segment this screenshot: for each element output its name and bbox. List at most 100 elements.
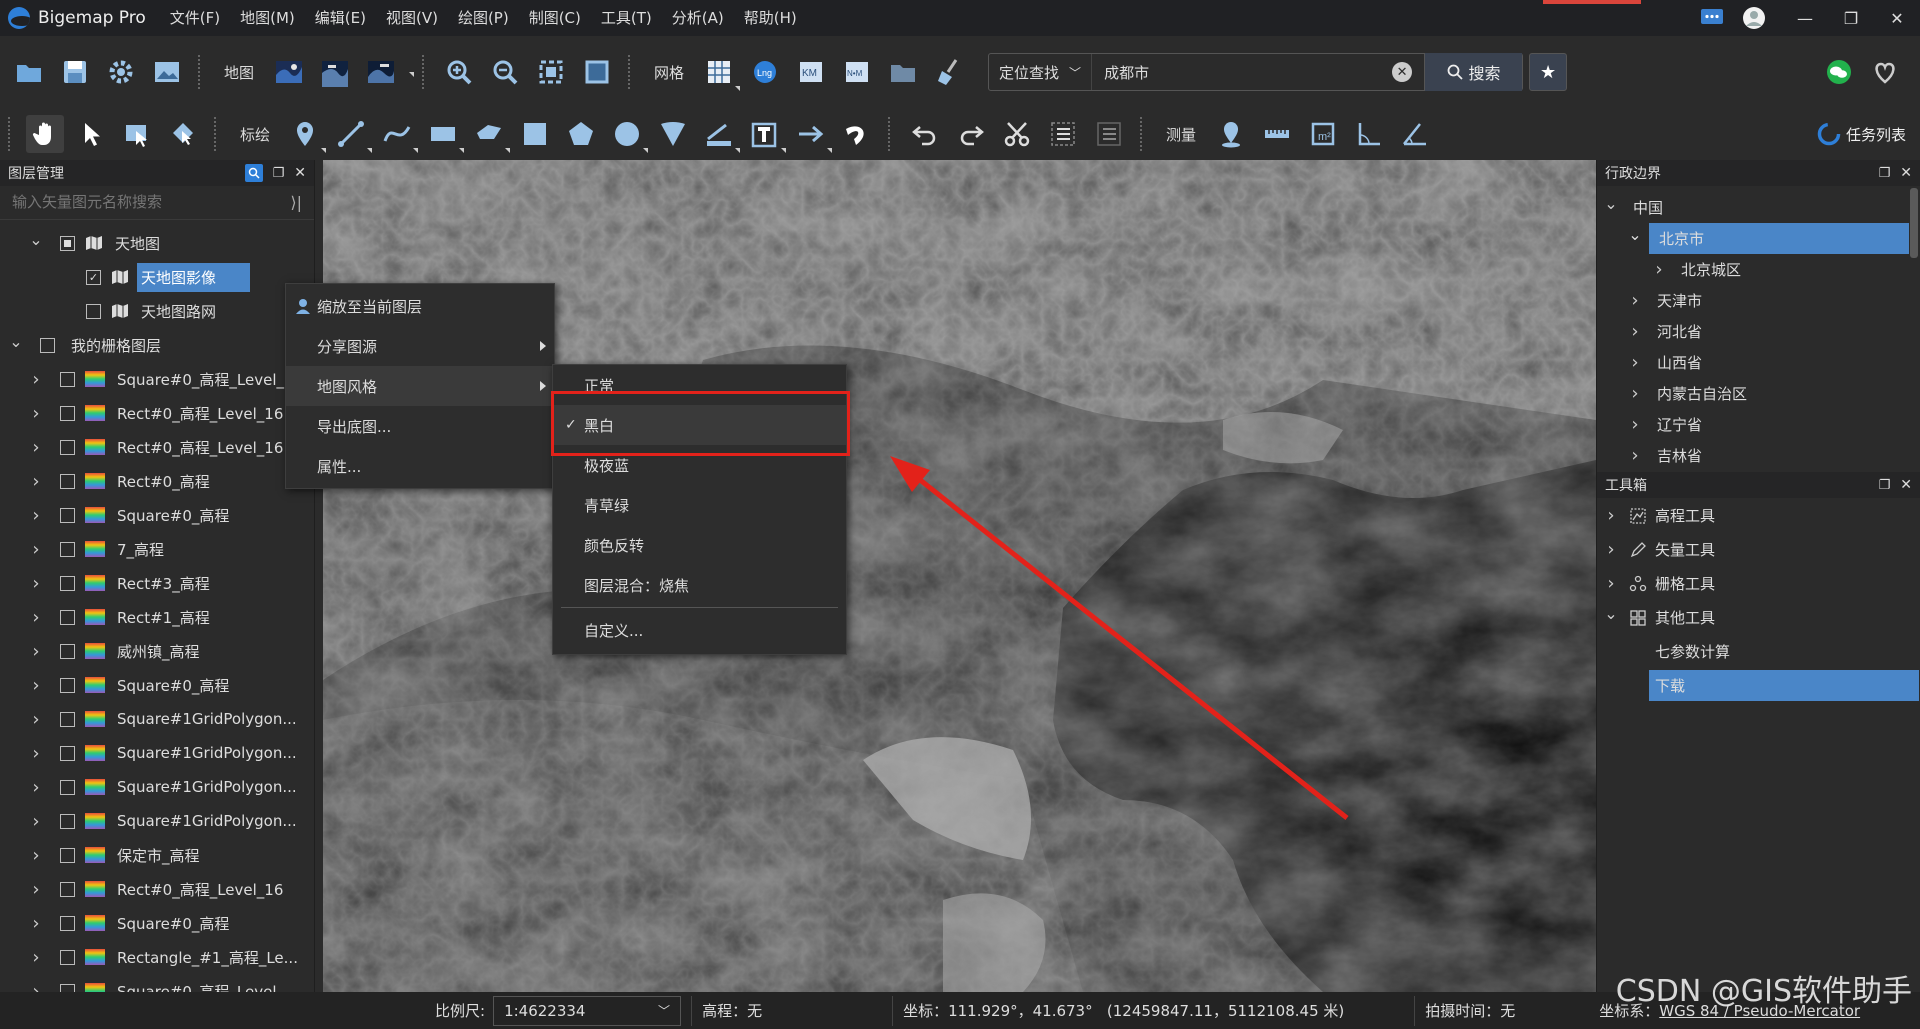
chevron-icon[interactable]: ⌄: [1604, 604, 1617, 623]
image-button[interactable]: [148, 53, 186, 91]
toolbox-row[interactable]: › 高程工具: [1597, 500, 1715, 531]
chevron-icon[interactable]: ›: [30, 777, 42, 798]
line-tool-button[interactable]: [332, 115, 373, 153]
layer-row[interactable]: ⌄ 天地图: [0, 228, 164, 258]
chevron-down-icon[interactable]: [735, 148, 741, 153]
chevron-icon[interactable]: ›: [30, 471, 42, 492]
measure-line-tool-button[interactable]: [700, 115, 741, 153]
edit-node-button[interactable]: [164, 115, 202, 153]
zoom-out-button[interactable]: [486, 53, 524, 91]
admin-row[interactable]: › 天津市: [1597, 285, 1706, 316]
layer-row[interactable]: ⌄ 我的栅格图层: [0, 330, 165, 360]
checkbox[interactable]: [60, 745, 75, 761]
chevron-icon[interactable]: ›: [1605, 505, 1617, 526]
curved-arrow-tool-button[interactable]: [838, 115, 876, 153]
pan-tool-button[interactable]: [26, 115, 64, 153]
wechat-button[interactable]: [1820, 53, 1858, 91]
grid-button[interactable]: [700, 53, 741, 91]
float-panel-icon[interactable]: ❐: [273, 166, 285, 181]
measure-bearing-button[interactable]: [1396, 115, 1434, 153]
chevron-down-icon[interactable]: [367, 148, 373, 153]
layer-row[interactable]: › 7_高程: [0, 534, 168, 564]
checkbox[interactable]: [60, 405, 75, 421]
chevron-icon[interactable]: ›: [30, 403, 42, 424]
checkbox[interactable]: [60, 881, 75, 897]
chevron-icon[interactable]: ›: [1629, 383, 1641, 404]
chevron-down-icon[interactable]: [827, 148, 833, 153]
layer-row[interactable]: › Rect#1_高程: [0, 602, 214, 632]
chevron-icon[interactable]: ›: [30, 437, 42, 458]
style-menu-item[interactable]: 颜色反转: [553, 525, 846, 565]
lnglat-grid-button[interactable]: Lng: [746, 53, 784, 91]
admin-row[interactable]: › 吉林省: [1597, 440, 1706, 471]
measure-distance-button[interactable]: [1258, 115, 1296, 153]
square-tool-button[interactable]: [516, 115, 554, 153]
clear-grid-button[interactable]: [930, 53, 968, 91]
layer-row[interactable]: › Square#1GridPolygon...: [0, 738, 301, 768]
clear-search-icon[interactable]: ✕: [1392, 62, 1413, 82]
chevron-icon[interactable]: ›: [30, 743, 42, 764]
style-menu-item[interactable]: 青草绿: [553, 485, 846, 525]
search-input[interactable]: [1092, 63, 1393, 81]
cut-button[interactable]: [998, 115, 1036, 153]
chevron-icon[interactable]: ›: [1653, 259, 1665, 280]
message-icon[interactable]: [1698, 4, 1726, 32]
menu-item[interactable]: 视图(V): [376, 0, 448, 36]
search-type-select[interactable]: 定位查找 ﹀: [989, 54, 1093, 90]
checkbox[interactable]: [40, 337, 55, 353]
toolbox-row[interactable]: › 栅格工具: [1597, 568, 1715, 599]
layer-row[interactable]: › Square#0_高程: [0, 500, 233, 530]
float-panel-icon[interactable]: ❐: [1879, 478, 1891, 493]
restore-icon[interactable]: ❐: [1828, 0, 1874, 36]
chevron-icon[interactable]: ›: [30, 879, 42, 900]
chevron-icon[interactable]: ›: [30, 539, 42, 560]
curve-tool-button[interactable]: [378, 115, 419, 153]
menu-item[interactable]: 地图(M): [230, 0, 305, 36]
checkbox[interactable]: [60, 541, 75, 557]
layer-row[interactable]: › Rect#0_高程_Level_16: [0, 874, 287, 904]
chevron-down-icon[interactable]: [781, 148, 787, 153]
menu-item[interactable]: 分析(A): [662, 0, 734, 36]
chevron-icon[interactable]: ›: [30, 573, 42, 594]
layer-filter-input[interactable]: [12, 194, 291, 211]
layer-row[interactable]: ✓ 天地图影像: [0, 262, 251, 292]
select-tool-button[interactable]: [72, 115, 110, 153]
user-avatar-icon[interactable]: [1740, 4, 1768, 32]
admin-row[interactable]: › 辽宁省: [1597, 409, 1706, 440]
toolbox-row[interactable]: 下载: [1649, 670, 1919, 701]
close-panel-icon[interactable]: ✕: [1900, 165, 1912, 181]
zoom-in-button[interactable]: [440, 53, 478, 91]
chevron-down-icon[interactable]: [409, 72, 415, 77]
menu-item[interactable]: 文件(F): [160, 0, 230, 36]
admin-row[interactable]: › 山西省: [1597, 347, 1706, 378]
open-folder-button[interactable]: [10, 53, 48, 91]
context-menu-item[interactable]: 缩放至当前图层: [286, 286, 554, 326]
rectangle-tool-button[interactable]: [424, 115, 465, 153]
layer-row[interactable]: › Rect#3_高程: [0, 568, 214, 598]
style-menu-item[interactable]: 图层混合：烧焦: [553, 565, 846, 605]
close-panel-icon[interactable]: ✕: [294, 165, 306, 181]
chevron-icon[interactable]: ›: [1629, 414, 1641, 435]
km-grid-button[interactable]: KM: [792, 53, 830, 91]
layer-row[interactable]: › Rect#0_高程_Level_16: [0, 432, 287, 462]
checkbox[interactable]: [60, 949, 75, 965]
layer-row[interactable]: › Square#0_高程_Level_: [0, 364, 288, 394]
toolbox-row[interactable]: › 矢量工具: [1597, 534, 1715, 565]
measure-angle-button[interactable]: [1350, 115, 1388, 153]
pentagon-tool-button[interactable]: [562, 115, 600, 153]
task-list-button[interactable]: 任务列表: [1816, 115, 1906, 153]
panel-search-icon[interactable]: [244, 164, 263, 182]
admin-scrollbar[interactable]: [1910, 188, 1918, 258]
minimize-icon[interactable]: —: [1782, 0, 1828, 36]
basemap-thumb-1[interactable]: [270, 53, 308, 91]
checkbox[interactable]: [60, 609, 75, 625]
layer-row[interactable]: › 保定市_高程: [0, 840, 204, 870]
chevron-icon[interactable]: ›: [30, 607, 42, 628]
style-menu-item[interactable]: 自定义...: [553, 610, 846, 650]
chevron-icon[interactable]: ›: [30, 811, 42, 832]
search-button[interactable]: 搜索: [1424, 53, 1523, 91]
admin-row[interactable]: › 河北省: [1597, 316, 1706, 347]
chevron-icon[interactable]: ⌄: [9, 332, 22, 351]
layer-row[interactable]: › Square#1GridPolygon...: [0, 806, 301, 836]
context-menu-item[interactable]: 地图风格: [286, 366, 554, 406]
